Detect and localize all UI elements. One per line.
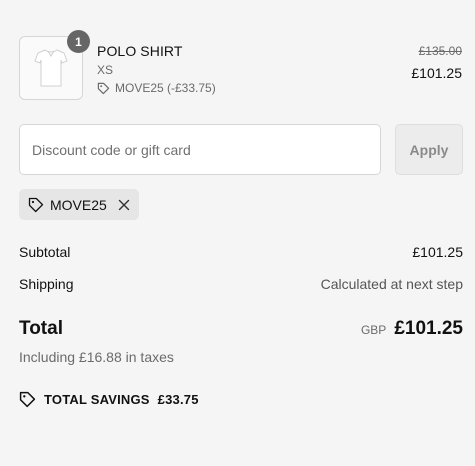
applied-discount-code: MOVE25 <box>50 196 107 213</box>
remove-discount-button[interactable] <box>118 199 130 211</box>
apply-button[interactable]: Apply <box>395 124 463 175</box>
shipping-value: Calculated at next step <box>320 276 463 292</box>
line-item-discount-label: MOVE25 (-£33.75) <box>115 81 216 95</box>
currency-code: GBP <box>360 323 387 337</box>
total-value: GBP £101.25 <box>361 318 463 340</box>
total-savings: TOTAL SAVINGS £33.75 <box>19 391 199 408</box>
tag-icon <box>28 197 44 212</box>
shipping-label: Shipping <box>19 276 74 292</box>
close-icon <box>118 199 130 210</box>
tax-note: Including £16.88 in taxes <box>19 349 174 365</box>
product-name: POLO SHIRT <box>97 43 183 59</box>
total-amount: £101.25 <box>394 318 463 339</box>
tag-icon <box>97 82 110 94</box>
tshirt-icon <box>34 49 68 87</box>
discounted-price: £101.25 <box>411 65 462 81</box>
quantity-badge: 1 <box>67 30 90 53</box>
subtotal-label: Subtotal <box>19 244 71 260</box>
original-price: £135.00 <box>418 44 462 58</box>
subtotal-value: £101.25 <box>412 244 463 260</box>
total-savings-label: TOTAL SAVINGS <box>44 392 150 407</box>
line-item-discount: MOVE25 (-£33.75) <box>97 81 216 95</box>
product-variant: XS <box>97 63 114 77</box>
applied-discount-chip: MOVE25 <box>19 189 139 220</box>
tag-icon <box>19 391 36 408</box>
total-savings-value: £33.75 <box>157 392 199 407</box>
total-label: Total <box>19 318 63 339</box>
discount-code-input[interactable] <box>19 124 381 175</box>
